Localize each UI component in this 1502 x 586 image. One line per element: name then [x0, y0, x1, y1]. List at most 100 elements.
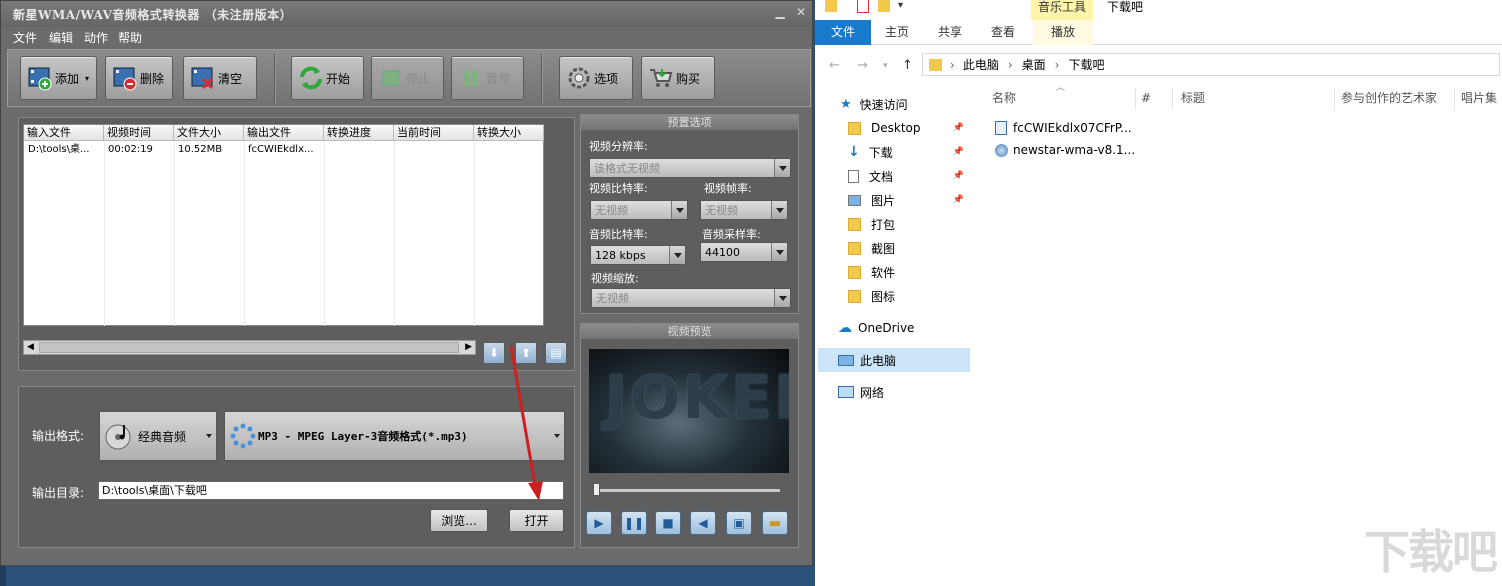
nav-quick-access[interactable]: ★ 快速访问 [840, 93, 970, 115]
nav-this-pc[interactable]: 此电脑 [838, 349, 970, 371]
tab-play[interactable]: 播放 [1033, 20, 1093, 45]
column-header[interactable]: 输入文件 [24, 125, 104, 141]
open-folder-button[interactable]: ▬ [762, 511, 788, 535]
file-row[interactable]: fcCWIEkdlx07CFrP... [995, 118, 1132, 138]
audio-bitrate-select[interactable]: 128 kbps [590, 245, 686, 265]
sort-up-icon: ︿ [1056, 83, 1066, 93]
minimize-button[interactable]: ▁ [773, 5, 787, 19]
column-title[interactable]: 标题 [1181, 88, 1205, 108]
seek-thumb[interactable] [593, 483, 600, 496]
table-cell[interactable]: 00:02:19 [104, 142, 174, 158]
clear-button[interactable]: 清空 [183, 56, 257, 100]
recent-dropdown-icon[interactable]: ▾ [883, 61, 888, 71]
qat-folder-icon[interactable] [825, 0, 837, 12]
table-cell[interactable]: 10.52MB [174, 142, 244, 158]
open-button[interactable]: 打开 [509, 509, 564, 532]
column-header[interactable]: 视频时间 [104, 125, 174, 141]
scale-select[interactable]: 无视频 [591, 288, 791, 308]
tab-home[interactable]: 主页 [873, 20, 921, 45]
column-header[interactable]: 文件大小 [174, 125, 244, 141]
breadcrumb-desktop[interactable]: 桌面 [1022, 56, 1046, 73]
nav-folder-screenshots[interactable]: 截图 [848, 237, 970, 259]
nav-documents[interactable]: 文档 📌 [848, 165, 970, 187]
column-album[interactable]: 唱片集 [1461, 88, 1497, 108]
menu-help[interactable]: 帮助 [118, 29, 142, 46]
nav-desktop[interactable]: Desktop 📌 [848, 117, 970, 139]
buy-button[interactable]: 购买 [641, 56, 715, 100]
nav-folder-software[interactable]: 软件 [848, 261, 970, 283]
browse-button[interactable]: 浏览... [430, 509, 488, 532]
category-select[interactable]: 经典音频 [99, 411, 217, 461]
stop-preview-button[interactable]: ■ [655, 511, 681, 535]
cloud-icon: ☁ [838, 320, 852, 336]
column-name[interactable]: 名称 [992, 88, 1016, 108]
video-bitrate-select[interactable]: 无视频 [590, 200, 688, 220]
file-table[interactable]: 输入文件 视频时间 文件大小 输出文件 转换进度 当前时间 转换大小 D:\to… [23, 124, 544, 326]
scroll-right-icon[interactable]: ▶ [465, 342, 472, 352]
options-button[interactable]: 选项 [559, 56, 633, 100]
stop-button[interactable]: 停止 [371, 56, 444, 100]
address-bar[interactable]: › 此电脑 › 桌面 › 下载吧 [922, 53, 1500, 76]
forward-icon[interactable]: → [857, 58, 868, 73]
framerate-select[interactable]: 无视频 [700, 200, 788, 220]
resolution-select[interactable]: 该格式无视频 [589, 158, 791, 178]
nav-network[interactable]: 网络 [838, 381, 970, 403]
chevron-right-icon: › [1007, 57, 1013, 72]
folder-icon [848, 289, 861, 303]
start-button[interactable]: 开始 [291, 56, 364, 100]
pause-button[interactable]: 暂停 [451, 56, 524, 100]
file-name: fcCWIEkdlx07CFrP... [1013, 121, 1132, 135]
scroll-thumb[interactable] [39, 342, 459, 353]
cd-music-icon [104, 421, 134, 451]
column-header[interactable]: 转换大小 [474, 125, 544, 141]
nav-label: 截图 [871, 241, 896, 256]
column-header[interactable]: 转换进度 [324, 125, 394, 141]
nav-onedrive[interactable]: ☁ OneDrive [838, 317, 970, 339]
snapshot-button[interactable]: ▣ [726, 511, 752, 535]
nav-folder-pack[interactable]: 打包 [848, 213, 970, 235]
chevron-right-icon: › [950, 57, 955, 72]
scroll-left-icon[interactable]: ◀ [27, 342, 34, 352]
file-row[interactable]: newstar-wma-v8.1... [995, 140, 1135, 160]
menu-action[interactable]: 动作 [84, 29, 108, 46]
stop-icon [378, 64, 404, 92]
breadcrumb-this-pc[interactable]: 此电脑 [963, 56, 999, 73]
tab-view[interactable]: 查看 [979, 20, 1027, 45]
horizontal-scrollbar[interactable]: ◀ ▶ [23, 340, 476, 355]
back-icon[interactable]: ← [829, 58, 840, 73]
seek-track[interactable] [594, 489, 780, 492]
add-button[interactable]: 添加 ▾ [20, 56, 97, 100]
qat-properties-icon[interactable] [857, 0, 869, 13]
qat-newfolder-icon[interactable] [878, 0, 890, 12]
nav-pictures[interactable]: 图片 📌 [848, 189, 970, 211]
nav-label: 下载 [868, 145, 893, 160]
tab-share[interactable]: 共享 [926, 20, 974, 45]
nav-downloads[interactable]: ↓ 下载 📌 [848, 141, 970, 163]
nav-label: OneDrive [858, 321, 915, 335]
delete-label: 删除 [140, 71, 165, 86]
close-button[interactable]: ✕ [794, 5, 808, 19]
qat-dropdown-icon[interactable]: ▾ [898, 0, 903, 11]
breadcrumb-downloads[interactable]: 下载吧 [1068, 56, 1104, 73]
up-icon[interactable]: ↑ [902, 58, 913, 73]
samplerate-select[interactable]: 44100 [700, 242, 788, 262]
nav-label: 文档 [869, 169, 894, 184]
pause-label: 暂停 [486, 71, 511, 86]
menu-edit[interactable]: 编辑 [49, 29, 73, 46]
audio-bitrate-value: 128 kbps [595, 248, 646, 262]
menu-file[interactable]: 文件 [13, 29, 37, 46]
nav-folder-icons[interactable]: 图标 [848, 285, 970, 307]
output-dir-field[interactable]: D:\tools\桌面\下载吧 [98, 481, 564, 500]
play-button[interactable]: ▶ [586, 511, 612, 535]
delete-button[interactable]: 删除 [105, 56, 173, 100]
tab-file[interactable]: 文件 [815, 20, 871, 45]
column-number[interactable]: # [1141, 88, 1151, 108]
table-cell[interactable]: fcCWIEkdlx... [244, 142, 324, 158]
folder-icon [848, 217, 861, 231]
volume-button[interactable]: ◀ [690, 511, 716, 535]
column-artists[interactable]: 参与创作的艺术家 [1341, 88, 1437, 108]
column-header[interactable]: 输出文件 [244, 125, 324, 141]
table-cell[interactable]: D:\tools\桌... [24, 142, 104, 158]
pause-preview-button[interactable]: ❚❚ [621, 511, 647, 535]
column-header[interactable]: 当前时间 [394, 125, 474, 141]
